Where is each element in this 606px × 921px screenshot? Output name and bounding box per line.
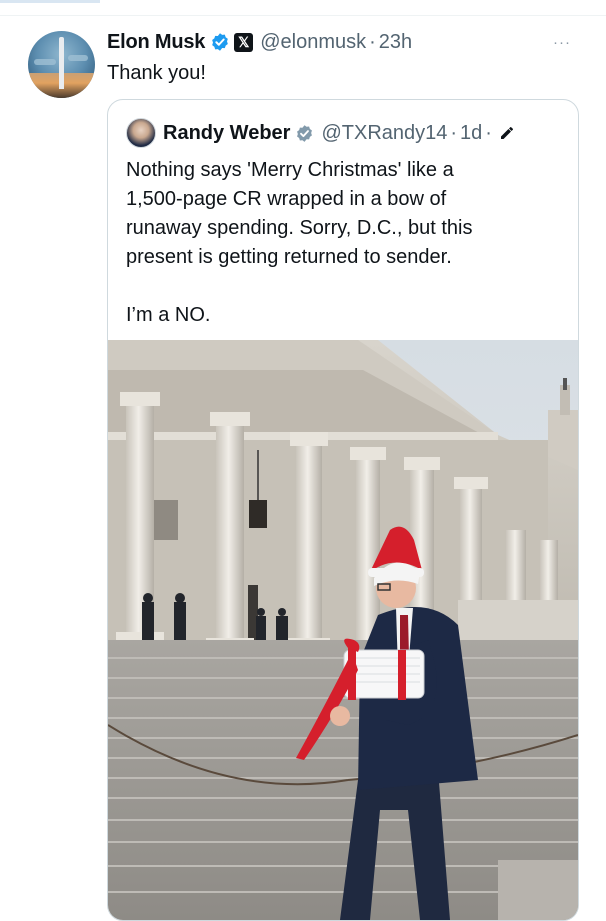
text-line: 1,500-page CR wrapped in a bow of	[126, 188, 447, 210]
verified-badge-icon	[297, 124, 313, 142]
text-line: I’m a NO.	[126, 304, 211, 326]
text-line: Nothing says 'Merry Christmas' like a	[126, 159, 454, 181]
quoted-author-handle: @TXRandy14	[321, 121, 448, 144]
x-logo-icon: 𝕏	[234, 32, 254, 52]
author-name[interactable]: Elon Musk	[107, 31, 205, 54]
quoted-tweet-header: Randy Weber @TXRandy14 · 1d ·	[126, 118, 515, 148]
top-divider	[0, 0, 606, 16]
separator-dot: ·	[369, 30, 376, 53]
tweet-text: Thank you!	[107, 62, 206, 84]
quoted-tweet[interactable]: Randy Weber @TXRandy14 · 1d · Nothing sa…	[107, 99, 579, 921]
separator-dot: ·	[450, 121, 458, 144]
text-line: present is getting returned to sender.	[126, 246, 452, 268]
text-line: runaway spending. Sorry, D.C., but this	[126, 217, 473, 239]
quoted-author-name: Randy Weber	[163, 121, 291, 144]
quoted-tweet-photo[interactable]	[108, 340, 578, 920]
separator-dot: ·	[485, 121, 492, 144]
tab-indicator	[0, 0, 100, 3]
author-handle[interactable]: @elonmusk	[260, 31, 366, 54]
separator-line	[0, 15, 606, 16]
timestamp[interactable]: 23h	[379, 31, 412, 54]
avatar	[126, 118, 156, 148]
quoted-timestamp: 1d	[460, 121, 483, 144]
edit-pencil-icon	[500, 127, 513, 139]
tweet-header: Elon Musk 𝕏 @elonmusk · 23h	[107, 29, 412, 55]
avatar-cloud	[68, 55, 88, 61]
avatar-rocket	[59, 37, 64, 89]
verified-badge-icon	[212, 33, 229, 51]
quoted-tweet-text: Nothing says 'Merry Christmas' like a 1,…	[126, 156, 566, 330]
more-options-icon[interactable]: ···	[553, 34, 571, 51]
avatar-cloud	[34, 59, 56, 65]
avatar[interactable]	[28, 31, 95, 98]
